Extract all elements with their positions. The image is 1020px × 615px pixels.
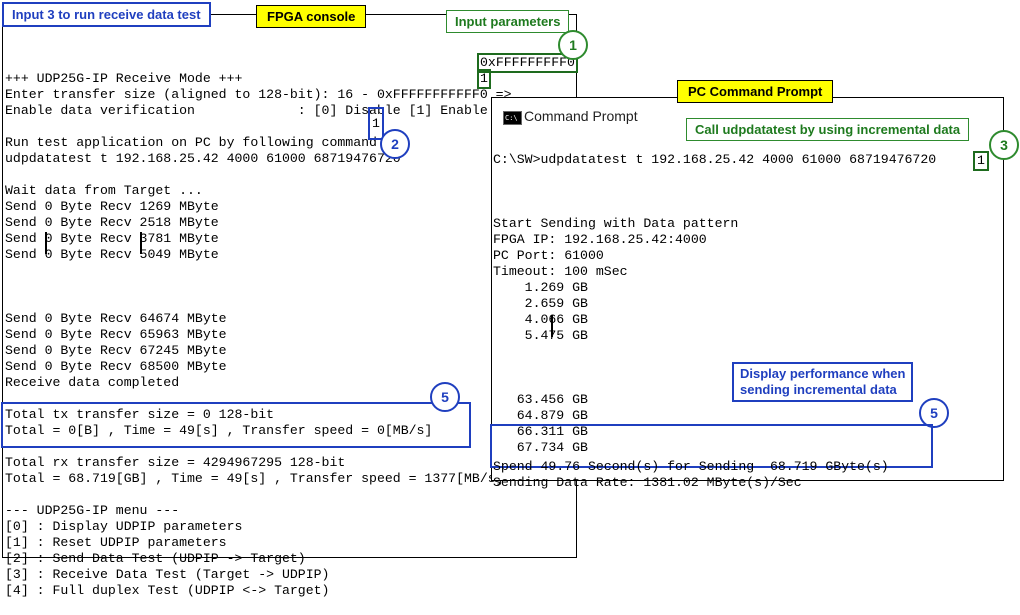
console-line: Enter transfer size (aligned to 128-bit)… [5,87,512,102]
banner-input-parameters: Input parameters [446,10,570,33]
marker-5a: 5 [430,382,460,412]
cmd-command-line: C:\SW>udpdatatest t 192.168.25.42 4000 6… [493,152,937,167]
marker-3: 3 [989,130,1019,160]
cmd-output-line [493,376,738,392]
cmd-output-line: Timeout: 100 mSec [493,264,628,279]
console-line: [3] : Receive Data Test (Target -> UDPIP… [5,567,330,582]
cmd-output-line: FPGA IP: 192.168.25.42:4000 [493,232,707,247]
banner-call: Call udpdatatest by using incremental da… [686,118,970,141]
ellipsis-bar-left [45,232,47,254]
cmd-output-line: 1.269 GB [493,280,588,295]
console-line: Run test application on PC by following … [5,135,377,150]
fpga-console-text: +++ UDP25G-IP Receive Mode +++ Enter tran… [5,39,511,615]
console-line: Send 0 Byte Recv 65963 MByte [5,327,227,342]
cmd-output-line: PC Port: 61000 [493,248,604,263]
banner-performance: Display performance when sending increme… [732,362,914,402]
console-line: [4] : Full duplex Test (UDPIP <-> Target… [5,583,330,598]
cmd-output-line [493,360,738,376]
console-line: Send 0 Byte Recv 3781 MByte [5,231,219,246]
rx-summary-highlight [1,402,471,448]
cmd-pattern-arg[interactable]: 1 [973,151,989,171]
marker-1: 1 [558,30,588,60]
console-line: Send 0 Byte Recv 64674 MByte [5,311,227,326]
cmd-output-line: Start Sending with Data pattern [493,216,739,231]
cmd-summary: Spend 49.76 Second(s) for Sending 68.719… [493,427,889,507]
console-line: Wait data from Target ... [5,183,203,198]
cmd-output-line: 64.879 GB [493,408,588,423]
console-line: Send 0 Byte Recv 2518 MByte [5,215,219,230]
verify-input[interactable]: 1 [477,69,491,89]
ellipsis-bar-right [140,232,142,254]
cmd-summary-line: Spend 49.76 Second(s) for Sending 68.719… [493,459,889,474]
pc-prompt-title: PC Command Prompt [677,80,834,103]
banner-input3: Input 3 to run receive data test [2,2,211,27]
cmd-output-line: 63.456 GB [493,392,588,407]
marker-2: 2 [380,129,410,159]
console-line: Send 0 Byte Recv 67245 MByte [5,343,227,358]
cmd-output-line [493,344,738,360]
console-line: [0] : Display UDPIP parameters [5,519,243,534]
console-line: Total rx transfer size = 4294967295 128-… [5,455,346,470]
cmd-window-title: Command Prompt [524,108,638,124]
console-line: Enable data verification : [0] Disable [… [5,103,512,118]
cmd-output-line: 5.475 GB [493,328,588,343]
console-line: Send 0 Byte Recv 68500 MByte [5,359,227,374]
console-line: --- UDP25G-IP menu --- [5,503,180,518]
cmd-icon: C:\ [503,111,522,125]
console-line: +++ UDP25G-IP Receive Mode +++ [5,71,243,86]
console-line: Send 0 Byte Recv 1269 MByte [5,199,219,214]
fpga-console-title: FPGA console [256,5,367,28]
console-line: Send 0 Byte Recv 5049 MByte [5,247,219,262]
console-line: udpdatatest t 192.168.25.42 4000 61000 6… [5,151,401,166]
cmd-output-line: 2.659 GB [493,296,588,311]
cmd-summary-line: Sending Data Rate: 1381.02 MByte(s)/Sec [493,475,802,490]
console-line: Total = 68.719[GB] , Time = 49[s] , Tran… [5,471,504,486]
cmd-output-line: 4.066 GB [493,312,588,327]
console-line: [2] : Send Data Test (UDPIP -> Target) [5,551,306,566]
console-line: [1] : Reset UDPIP parameters [5,535,227,550]
cmd-ellipsis-bar [551,315,553,337]
